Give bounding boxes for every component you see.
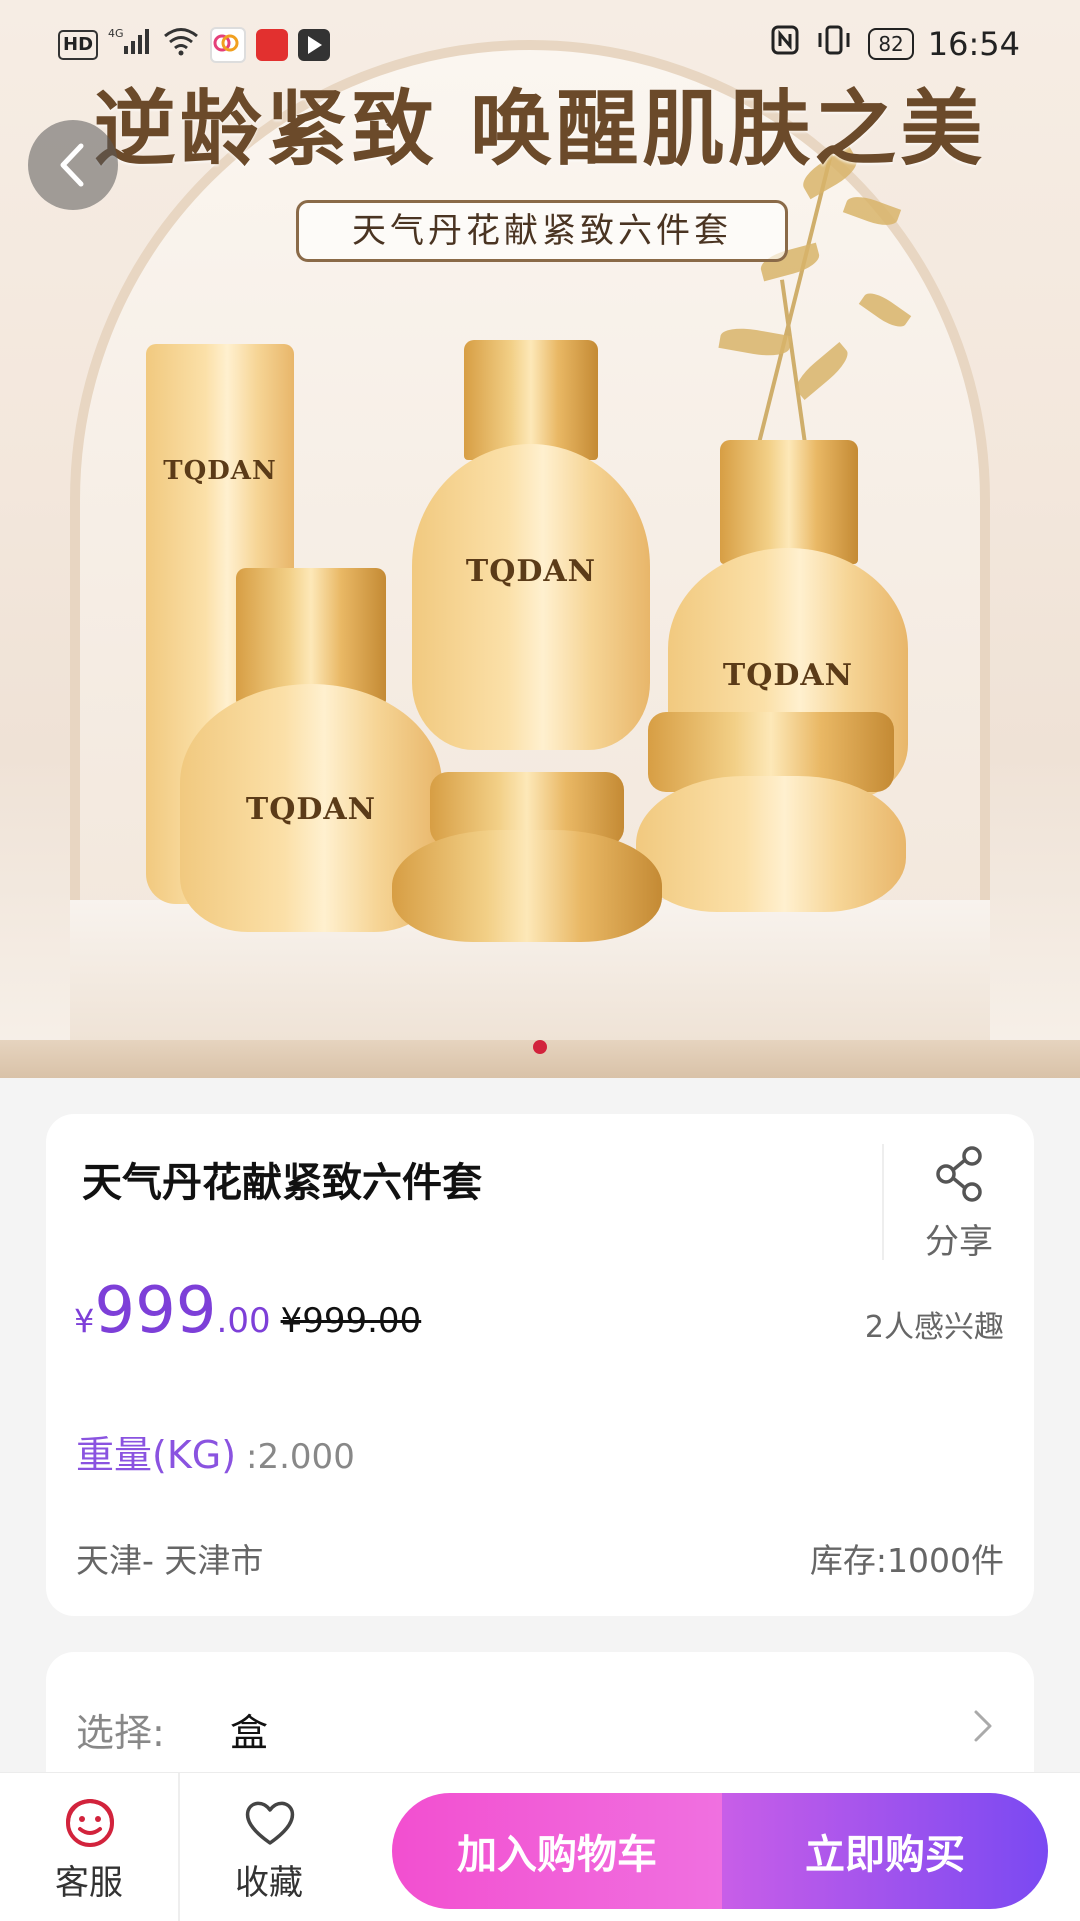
wifi-icon xyxy=(162,26,200,64)
chevron-right-icon xyxy=(972,1708,994,1748)
hd-icon: HD xyxy=(58,30,99,60)
customer-service-button[interactable]: 客服 xyxy=(0,1773,180,1921)
chevron-left-icon xyxy=(53,140,93,190)
customer-service-label: 客服 xyxy=(55,1863,123,1903)
product-image-carousel[interactable]: 逆龄紧致 唤醒肌肤之美 天气丹花献紧致六件套 TQDAN TQDAN TQDAN… xyxy=(0,0,1080,1078)
vibrate-icon xyxy=(814,24,854,64)
purchase-actions: 加入购物车 立即购买 xyxy=(392,1793,1048,1909)
product-jar-right xyxy=(636,712,906,912)
currency-symbol: ¥ xyxy=(74,1302,95,1340)
favorite-label: 收藏 xyxy=(235,1863,303,1903)
spec-label: 选择: xyxy=(76,1711,165,1755)
bottom-action-bar: 客服 收藏 加入购物车 立即购买 xyxy=(0,1772,1080,1921)
weight-label: 重量(KG) xyxy=(76,1433,237,1477)
spec-value: 盒 xyxy=(230,1711,269,1755)
svg-text:4G: 4G xyxy=(108,27,124,40)
add-to-cart-button[interactable]: 加入购物车 xyxy=(392,1793,722,1909)
weight-value: :2.000 xyxy=(246,1437,355,1477)
app-icon-3 xyxy=(298,29,331,61)
product-bottle-large: TQDAN xyxy=(412,340,650,750)
product-title: 天气丹花献紧致六件套 xyxy=(82,1160,482,1206)
clock: 16:54 xyxy=(927,25,1020,63)
battery-icon: 82 xyxy=(868,28,914,60)
app-icon-1 xyxy=(210,27,247,63)
favorite-button[interactable]: 收藏 xyxy=(180,1773,358,1921)
4g-signal-icon: 4G xyxy=(108,26,152,64)
carousel-indicator-dot[interactable] xyxy=(533,1040,547,1054)
buy-now-button[interactable]: 立即购买 xyxy=(722,1793,1048,1909)
original-price: ¥999.00 xyxy=(280,1301,422,1341)
product-info-card: 天气丹花献紧致六件套 分享 ¥ 999 .00 ¥999.00 2人感兴趣 重量… xyxy=(46,1114,1034,1616)
hero-subtitle: 天气丹花献紧致六件套 xyxy=(296,200,788,262)
share-button[interactable]: 分享 xyxy=(882,1144,1034,1262)
price-decimal: .00 xyxy=(216,1301,271,1341)
brand-label: TQDAN xyxy=(722,658,854,693)
brand-label: TQDAN xyxy=(465,554,597,589)
back-button[interactable] xyxy=(28,120,118,210)
stock-count: 库存:1000件 xyxy=(809,1541,1004,1580)
price-integer: 999 xyxy=(94,1274,217,1348)
brand-label: TQDAN xyxy=(163,456,277,486)
share-label: 分享 xyxy=(925,1222,993,1262)
price: ¥ 999 .00 ¥999.00 xyxy=(74,1274,421,1348)
nfc-icon xyxy=(770,24,800,64)
app-icon-2 xyxy=(256,29,289,61)
status-bar: HD 4G 82 16:54 xyxy=(0,20,1080,70)
hero-headline: 逆龄紧致 唤醒肌肤之美 xyxy=(93,81,987,177)
shipping-location: 天津- 天津市 xyxy=(76,1541,264,1580)
product-jar-front xyxy=(392,772,662,942)
weight-row: 重量(KG) :2.000 xyxy=(76,1424,355,1479)
interest-count: 2人感兴趣 xyxy=(864,1310,1004,1345)
